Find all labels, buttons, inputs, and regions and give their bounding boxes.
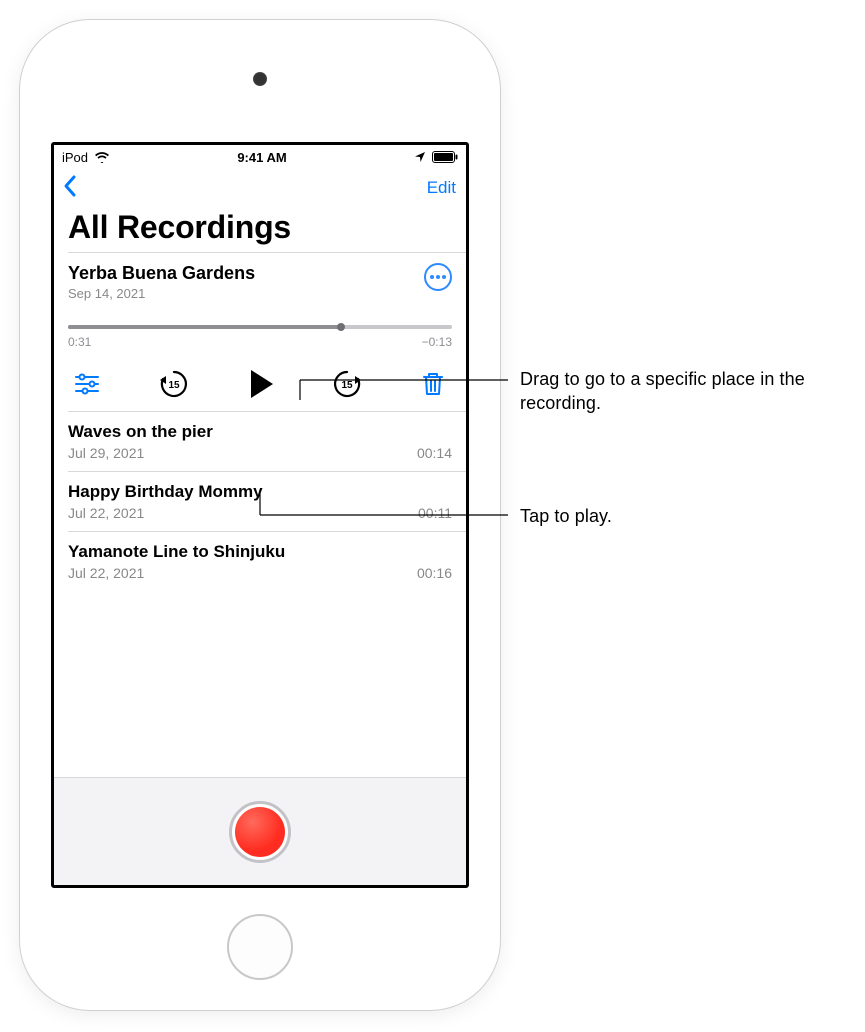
elapsed-time: 0:31	[68, 335, 91, 349]
recording-duration: 00:14	[417, 445, 452, 461]
trash-icon[interactable]	[416, 367, 450, 401]
wifi-icon	[94, 151, 110, 163]
expanded-recording: Yerba Buena Gardens Sep 14, 2021 0:31 −0…	[54, 253, 466, 411]
record-button[interactable]	[229, 801, 291, 863]
app-screen: iPod 9:41 AM Edit All Recording	[51, 142, 469, 888]
nav-bar: Edit	[54, 169, 466, 209]
play-button[interactable]	[243, 367, 277, 401]
callout-play: Tap to play.	[520, 504, 612, 528]
status-right	[414, 151, 458, 163]
recording-item[interactable]: Waves on the pier Jul 29, 2021 00:14	[54, 412, 466, 471]
battery-icon	[432, 151, 458, 163]
scrubber[interactable]: 0:31 −0:13	[68, 325, 452, 349]
record-footer	[54, 777, 466, 885]
play-icon	[251, 370, 273, 398]
recording-duration: 00:11	[418, 505, 452, 521]
camera-dot	[253, 72, 267, 86]
edit-button[interactable]: Edit	[427, 178, 456, 198]
callout-scrubber: Drag to go to a specific place in the re…	[520, 367, 865, 416]
location-icon	[414, 151, 426, 163]
status-bar: iPod 9:41 AM	[54, 145, 466, 169]
recording-title: Happy Birthday Mommy	[68, 482, 452, 502]
device-frame: iPod 9:41 AM Edit All Recording	[20, 20, 500, 1010]
recording-title: Waves on the pier	[68, 422, 452, 442]
scrubber-thumb[interactable]	[337, 323, 345, 331]
scrubber-fill	[68, 325, 341, 329]
recording-item[interactable]: Happy Birthday Mommy Jul 22, 2021 00:11	[54, 472, 466, 531]
recording-item[interactable]: Yamanote Line to Shinjuku Jul 22, 2021 00:…	[54, 532, 466, 591]
page-title: All Recordings	[54, 209, 466, 252]
recording-date: Jul 22, 2021	[68, 565, 144, 581]
recording-title: Yamanote Line to Shinjuku	[68, 542, 452, 562]
remaining-time: −0:13	[422, 335, 452, 349]
home-button[interactable]	[227, 914, 293, 980]
expanded-date: Sep 14, 2021	[68, 286, 255, 301]
recording-date: Jul 22, 2021	[68, 505, 144, 521]
svg-text:15: 15	[341, 380, 353, 391]
skip-forward-15-icon[interactable]: 15	[330, 367, 364, 401]
playback-controls: 15 15	[68, 367, 452, 401]
recording-date: Jul 29, 2021	[68, 445, 144, 461]
record-icon	[235, 807, 285, 857]
options-icon[interactable]	[70, 367, 104, 401]
back-button[interactable]	[60, 173, 82, 204]
skip-back-15-icon[interactable]: 15	[157, 367, 191, 401]
recordings-list: Waves on the pier Jul 29, 2021 00:14 Happy …	[54, 412, 466, 591]
recording-duration: 00:16	[417, 565, 452, 581]
more-button[interactable]	[424, 263, 452, 291]
carrier-label: iPod	[62, 150, 88, 165]
svg-text:15: 15	[168, 380, 180, 391]
status-left: iPod	[62, 150, 110, 165]
expanded-title: Yerba Buena Gardens	[68, 263, 255, 284]
status-time: 9:41 AM	[237, 150, 286, 165]
